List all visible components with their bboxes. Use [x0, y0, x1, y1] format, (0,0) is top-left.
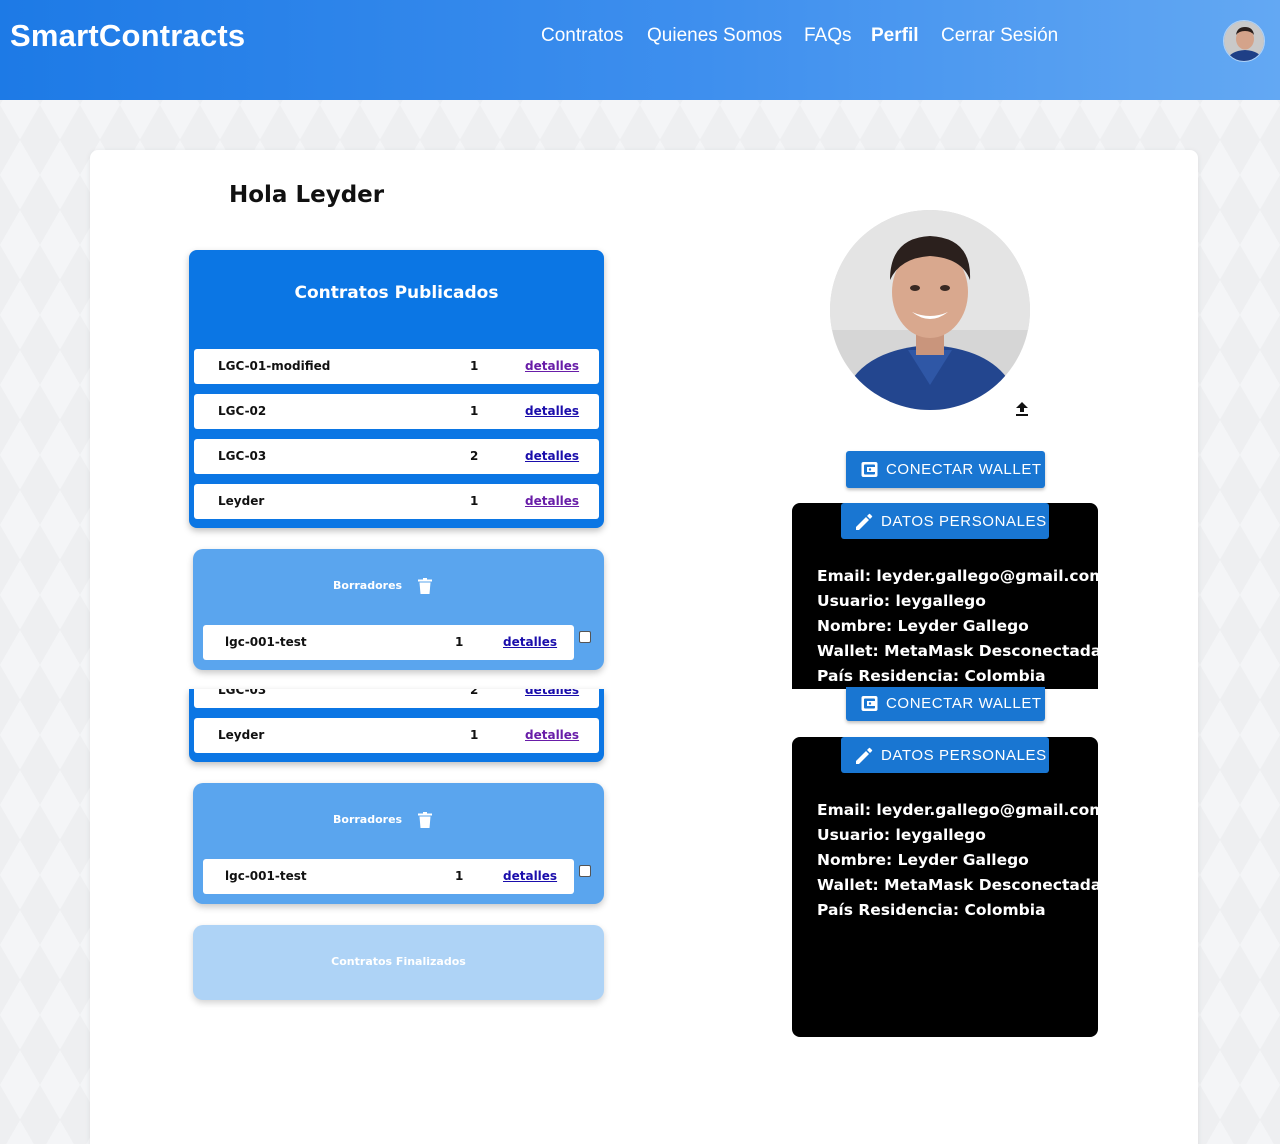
greeting-title: Hola Leyder [229, 182, 385, 208]
pencil-icon [856, 747, 873, 764]
avatar-image [1224, 21, 1264, 61]
connect-wallet-button[interactable]: CONECTAR WALLET [846, 451, 1045, 488]
published-contracts-panel-duplicate: LGC-03 2 detalles Leyder 1 detalles [189, 689, 604, 762]
nav-link-cerrar-sesion[interactable]: Cerrar Sesión [941, 25, 1058, 47]
draft-name: lgc-001-test [225, 635, 307, 649]
contract-name: LGC-03 [218, 449, 267, 463]
draft-checkbox[interactable] [579, 865, 591, 877]
table-row: LGC-03 2 detalles [194, 689, 599, 708]
contract-count: 1 [470, 404, 479, 418]
table-row: LGC-03 2 detalles [194, 439, 599, 474]
details-link[interactable]: detalles [525, 728, 579, 742]
pencil-icon [856, 513, 873, 530]
nav-link-faqs[interactable]: FAQs [804, 25, 852, 47]
brand-logo[interactable]: SmartContracts [10, 18, 245, 54]
draft-count: 1 [455, 869, 464, 883]
personal-data-box-duplicate: Email: leyder.gallego@gmail.com Usuario:… [792, 737, 1098, 1037]
contract-name: LGC-03 [218, 689, 267, 697]
published-contracts-panel: Contratos Publicados LGC-01-modified 1 d… [189, 250, 604, 528]
details-link[interactable]: detalles [525, 689, 579, 697]
profile-photo [830, 210, 1030, 410]
details-link[interactable]: detalles [525, 404, 579, 418]
details-link[interactable]: detalles [503, 869, 557, 883]
table-row: Leyder 1 detalles [194, 718, 599, 753]
trash-icon[interactable] [418, 812, 432, 828]
table-row: LGC-02 1 detalles [194, 394, 599, 429]
nav-link-quienes-somos[interactable]: Quienes Somos [647, 25, 782, 47]
drafts-panel: Borradores lgc-001-test 1 detalles [193, 549, 604, 670]
connect-wallet-label: CONECTAR WALLET [886, 695, 1042, 712]
trash-icon[interactable] [418, 578, 432, 594]
connect-wallet-button-duplicate[interactable]: CONECTAR WALLET [846, 687, 1045, 721]
top-nav-bar: SmartContracts Contratos Quienes Somos F… [0, 0, 1280, 100]
username-text: Usuario: leygallego [817, 826, 986, 844]
contract-count: 1 [470, 494, 479, 508]
personal-data-label: DATOS PERSONALES [881, 513, 1047, 530]
nav-link-perfil[interactable]: Perfil [871, 25, 919, 47]
upload-icon[interactable] [1015, 402, 1029, 417]
connect-wallet-label: CONECTAR WALLET [886, 461, 1042, 478]
personal-data-label: DATOS PERSONALES [881, 747, 1047, 764]
details-link[interactable]: detalles [503, 635, 557, 649]
user-avatar[interactable] [1223, 20, 1265, 62]
drafts-title: Borradores [333, 579, 403, 592]
finalized-contracts-title: Contratos Finalizados [331, 955, 466, 968]
contract-count: 2 [470, 449, 479, 463]
contract-name: LGC-01-modified [218, 359, 331, 373]
personal-data-button-duplicate[interactable]: DATOS PERSONALES [841, 737, 1049, 773]
details-link[interactable]: detalles [525, 449, 579, 463]
nav-link-contratos[interactable]: Contratos [541, 25, 623, 47]
table-row: lgc-001-test 1 detalles [203, 625, 574, 660]
finalized-contracts-panel[interactable]: Contratos Finalizados [193, 925, 604, 1000]
details-link[interactable]: detalles [525, 359, 579, 373]
profile-photo-image [830, 210, 1030, 410]
details-link[interactable]: detalles [525, 494, 579, 508]
personal-data-button[interactable]: DATOS PERSONALES [841, 503, 1049, 539]
contract-name: Leyder [218, 728, 265, 742]
drafts-title: Borradores [333, 813, 403, 826]
draft-checkbox[interactable] [579, 631, 591, 643]
email-text: Email: leyder.gallego@gmail.com [817, 567, 1098, 585]
country-text: País Residencia: Colombia [817, 901, 1046, 919]
wallet-icon [861, 462, 878, 477]
username-text: Usuario: leygallego [817, 592, 986, 610]
table-row: Leyder 1 detalles [194, 484, 599, 519]
contract-count: 1 [470, 359, 479, 373]
fullname-text: Nombre: Leyder Gallego [817, 851, 1029, 869]
contract-count: 1 [470, 728, 479, 742]
wallet-status-text: Wallet: MetaMask Desconectada [817, 642, 1098, 660]
contract-name: LGC-02 [218, 404, 267, 418]
contract-name: Leyder [218, 494, 265, 508]
table-row: LGC-01-modified 1 detalles [194, 349, 599, 384]
email-text: Email: leyder.gallego@gmail.com [817, 801, 1098, 819]
drafts-panel-duplicate: Borradores lgc-001-test 1 detalles [193, 783, 604, 904]
country-text: País Residencia: Colombia [817, 667, 1046, 685]
table-row: lgc-001-test 1 detalles [203, 859, 574, 894]
wallet-status-text: Wallet: MetaMask Desconectada [817, 876, 1098, 894]
contract-count: 2 [470, 689, 479, 697]
fullname-text: Nombre: Leyder Gallego [817, 617, 1029, 635]
draft-name: lgc-001-test [225, 869, 307, 883]
published-contracts-title: Contratos Publicados [294, 283, 499, 303]
wallet-icon [861, 696, 878, 711]
draft-count: 1 [455, 635, 464, 649]
